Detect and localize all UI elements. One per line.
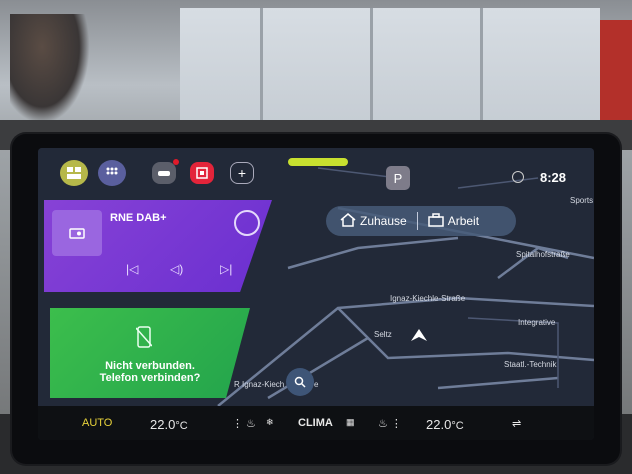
climate-bar: AUTO 22.0°C ⋮ ♨ ❄ CLIMA ▦ ♨ ⋮ 22.0°C ⇌ (38, 406, 594, 440)
add-shortcut-icon[interactable]: + (230, 162, 254, 184)
source-select-icon[interactable] (234, 210, 260, 236)
destination-shortcuts: Zuhause Arbeit (326, 206, 516, 236)
work-destination-button[interactable]: Arbeit (448, 214, 479, 228)
divider (416, 212, 418, 230)
parking-marker[interactable]: P (386, 166, 410, 190)
assist-icon[interactable] (190, 162, 214, 184)
map-street-label: R Ignaz-Kiech (234, 380, 285, 389)
car-view-icon[interactable]: ⇌ (512, 417, 521, 430)
home-screen-icon[interactable] (60, 160, 88, 186)
media-card[interactable]: RNE DAB+ |◁ ◁) ▷| (44, 200, 272, 292)
phone-card[interactable]: Nicht verbunden. Telefon verbinden? (50, 308, 250, 398)
search-icon (294, 376, 306, 388)
seat-heat-icon[interactable]: ⋮ ♨ (232, 417, 256, 430)
globe-icon (512, 171, 524, 183)
map-street-label: e (314, 380, 319, 389)
infotainment-screen: + P 8:28 RNE DAB+ |◁ ◁) ▷| Nicht verbund… (38, 148, 594, 440)
map-street-label: Ignaz-Kiechle-Straße (390, 294, 466, 303)
phone-connect-prompt[interactable]: Telefon verbinden? (70, 372, 230, 384)
volume-icon[interactable]: ◁) (170, 262, 183, 276)
clock: 8:28 (539, 170, 566, 185)
car-settings-icon[interactable] (152, 159, 179, 184)
briefcase-icon[interactable] (427, 212, 444, 230)
map-poi-label: Seltz (374, 330, 392, 339)
search-button[interactable] (286, 368, 314, 396)
left-temperature[interactable]: 22.0°C (150, 417, 188, 432)
background-person (10, 14, 90, 124)
background-window (180, 8, 600, 128)
rear-defrost-icon[interactable]: ▦ (346, 417, 355, 428)
seat-heat-right-icon[interactable]: ♨ ⋮ (378, 417, 402, 430)
background-red-panel (600, 20, 632, 130)
home-destination-button[interactable]: Zuhause (360, 214, 407, 228)
phone-disconnected-icon (136, 326, 152, 348)
notification-dot-icon (173, 159, 179, 165)
previous-icon[interactable]: |◁ (126, 262, 138, 276)
map-poi-label: Staatl.-Technik (504, 360, 557, 369)
map-poi-label: Integrative (518, 318, 556, 327)
next-icon[interactable]: ▷| (220, 262, 232, 276)
auto-mode-button[interactable]: AUTO (82, 417, 112, 429)
map-street-label: Spitalhofstraße (516, 250, 570, 259)
radio-icon (52, 210, 102, 256)
station-name: RNE DAB+ (110, 212, 167, 224)
max-defrost-icon[interactable]: ❄ (266, 417, 274, 428)
app-grid-icon[interactable] (98, 160, 126, 186)
clima-button[interactable]: CLIMA (298, 417, 333, 429)
phone-status: Nicht verbunden. (105, 360, 195, 372)
home-icon[interactable] (340, 212, 356, 230)
drag-handle[interactable] (288, 158, 348, 166)
right-temperature[interactable]: 22.0°C (426, 417, 464, 432)
map-poi-label: Sports (570, 196, 594, 205)
